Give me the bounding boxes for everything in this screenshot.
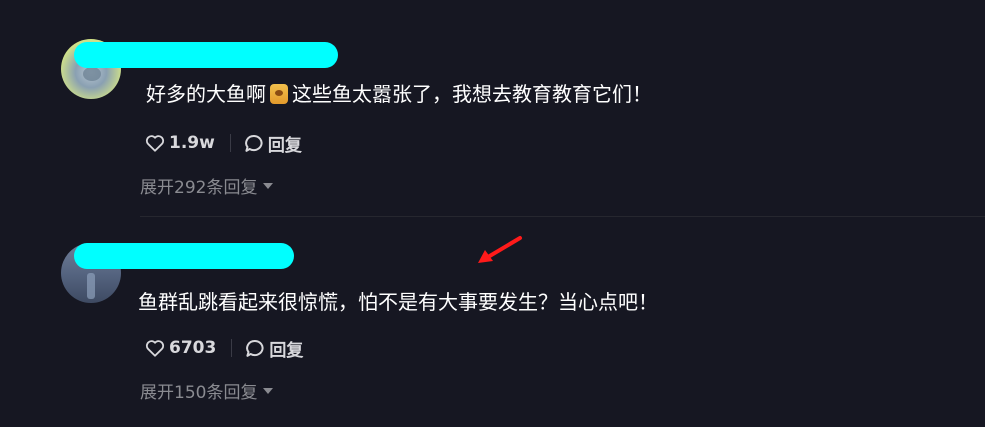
comment-item: 好多的大鱼啊 这些鱼太嚣张了，我想去教育教育它们！ 1.9w 回复 展开292条回…: [0, 0, 985, 218]
caret-down-icon: [263, 387, 274, 394]
comment-actions: 6703 回复: [145, 336, 303, 361]
comment-bubble-icon: [244, 134, 263, 152]
expand-replies-button[interactable]: 展开150条回复: [140, 378, 274, 403]
comment-text-part: 这些鱼太嚣张了，我想去教育教育它们！: [292, 82, 652, 106]
redaction-mark: [74, 42, 338, 68]
comment-actions: 1.9w 回复: [145, 131, 302, 156]
like-count: 1.9w: [169, 133, 215, 153]
divider: [140, 216, 985, 217]
fish-sticker-icon: [270, 84, 288, 104]
expand-replies-label: 展开292条回复: [140, 178, 258, 198]
like-button[interactable]: 6703: [145, 338, 216, 358]
expand-replies-button[interactable]: 展开292条回复: [140, 173, 274, 198]
like-count: 6703: [169, 338, 217, 358]
like-button[interactable]: 1.9w: [145, 133, 215, 153]
comment-text: 好多的大鱼啊 这些鱼太嚣张了，我想去教育教育它们！: [146, 80, 652, 108]
comment-text-part: 好多的大鱼啊: [146, 82, 266, 106]
reply-label: 回复: [267, 135, 302, 156]
expand-replies-label: 展开150条回复: [140, 383, 258, 403]
comment-bubble-icon: [246, 339, 264, 357]
heart-icon: [145, 340, 165, 357]
annotation-arrow-icon: [478, 236, 522, 263]
reply-button[interactable]: 回复: [244, 131, 302, 156]
caret-down-icon: [263, 182, 274, 189]
comment-text: 鱼群乱跳看起来很惊慌，怕不是有大事要发生？当心点吧！: [138, 290, 658, 314]
heart-icon: [145, 135, 165, 152]
reply-label: 回复: [269, 340, 304, 361]
divider: [229, 134, 231, 152]
reply-button[interactable]: 回复: [245, 336, 303, 361]
divider: [231, 339, 233, 357]
redaction-mark: [74, 243, 294, 269]
